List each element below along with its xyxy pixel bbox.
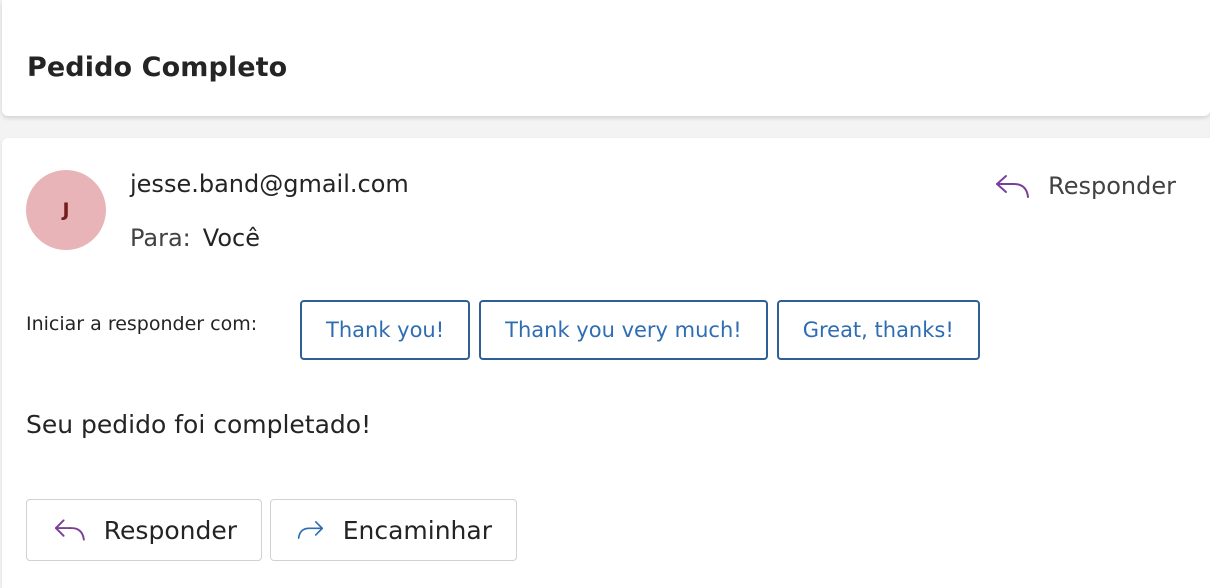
avatar-initial: J [62,199,70,221]
reply-label: Responder [1048,172,1176,200]
email-subject: Pedido Completo [27,52,288,83]
sender-avatar[interactable]: J [26,170,106,250]
recipient-name[interactable]: Você [203,224,260,252]
reply-arrow-icon [54,519,85,541]
to-label: Para: [130,224,191,252]
forward-button[interactable]: Encaminhar [270,499,517,561]
forward-button-label: Encaminhar [342,515,492,545]
recipient-line: Para: Você [130,224,260,252]
forward-arrow-icon [297,521,324,539]
suggested-replies: Thank you! Thank you very much! Great, t… [300,300,980,360]
suggested-replies-label: Iniciar a responder com: [26,313,258,335]
suggested-reply-great-thanks[interactable]: Great, thanks! [776,300,980,360]
reply-button-label: Responder [103,515,237,545]
suggested-reply-thank-you-very-much[interactable]: Thank you very much! [479,300,768,360]
subject-header: Pedido Completo [2,0,1210,116]
sender-email[interactable]: jesse.band@gmail.com [130,170,409,198]
message-card: J jesse.band@gmail.com Para: Você Respond… [2,138,1210,588]
reply-arrow-icon [996,175,1030,198]
suggested-reply-thank-you[interactable]: Thank you! [300,300,471,360]
message-actions: Responder Encaminhar [26,499,517,561]
reply-button-header[interactable]: Responder [994,172,1176,200]
reply-button[interactable]: Responder [26,499,262,561]
message-body: Seu pedido foi completado! [26,410,372,439]
